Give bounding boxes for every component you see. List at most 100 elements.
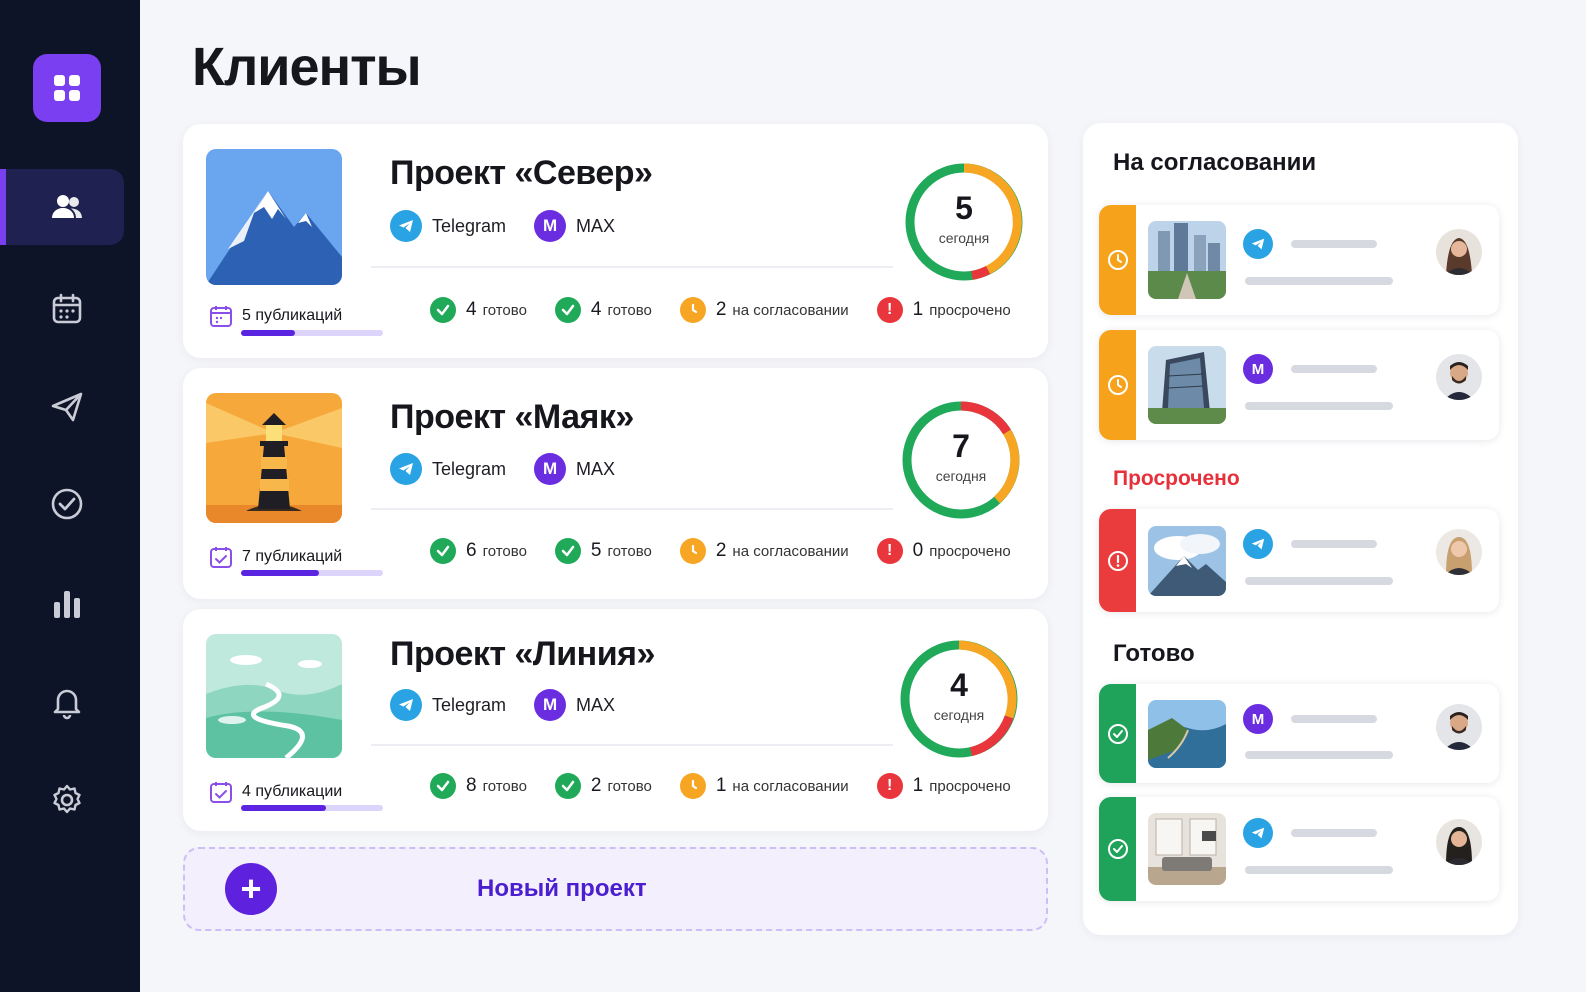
today-label: сегодня [933, 707, 985, 723]
telegram-icon [390, 210, 422, 242]
project-name: Проект «Линия» [390, 635, 655, 673]
calendar-check-icon [210, 306, 232, 327]
sidebar-item-publish[interactable] [0, 369, 124, 445]
river-landscape-image [206, 634, 342, 758]
sidebar-item-calendar[interactable] [0, 271, 124, 347]
project-card-mayak[interactable]: Проект «Маяк» Telegram M MAX 7 публикаци… [183, 368, 1048, 599]
publications-count: 7 публикаций [208, 544, 342, 570]
sidebar [0, 0, 140, 992]
today-label: сегодня [935, 468, 987, 484]
channel-max: M MAX [534, 453, 615, 485]
stat-pending: 2 на согласовании [679, 538, 849, 564]
channel-max: M MAX [534, 689, 615, 721]
project-thumbnail [206, 393, 342, 523]
stat-ready: 2 готово [554, 773, 652, 799]
alert-icon: ! [876, 773, 903, 799]
avatar [1436, 229, 1482, 275]
post-image [1148, 221, 1226, 299]
bar-chart-icon [54, 591, 80, 618]
max-icon: M [534, 210, 567, 242]
avatar [1436, 529, 1482, 575]
project-name: Проект «Маяк» [390, 398, 634, 436]
calendar-icon [52, 293, 82, 324]
publications-progress [241, 570, 383, 576]
stat-ready: 4 готово [554, 297, 652, 323]
sidebar-item-analytics[interactable] [0, 566, 124, 642]
settings-icon [53, 784, 81, 814]
review-item[interactable] [1099, 509, 1499, 612]
post-image [1148, 813, 1226, 885]
review-item[interactable]: M [1099, 684, 1499, 783]
stat-overdue: ! 1 просрочено [876, 773, 1011, 799]
project-name: Проект «Север» [390, 154, 653, 192]
telegram-icon [1243, 229, 1273, 259]
today-ring: 7 сегодня [899, 398, 1023, 522]
post-image [1148, 346, 1226, 424]
stat-pending: 2 на согласовании [679, 297, 849, 323]
app-logo-button[interactable] [33, 54, 101, 122]
today-label: сегодня [938, 230, 990, 246]
telegram-icon [1243, 818, 1273, 848]
sidebar-item-approvals[interactable] [0, 466, 124, 542]
avatar [1436, 704, 1482, 750]
publications-count: 5 публикаций [208, 303, 342, 329]
placeholder-line [1291, 715, 1377, 723]
check-icon [430, 538, 456, 564]
stat-ready: 6 готово [430, 538, 527, 564]
check-icon [430, 773, 456, 799]
project-card-sever[interactable]: Проект «Север» Telegram M MAX 5 публикац… [183, 124, 1048, 358]
check-icon [554, 538, 581, 564]
today-count: 5 [955, 190, 973, 226]
channel-list: Telegram M MAX [390, 689, 615, 721]
project-thumbnail [206, 149, 342, 285]
calendar-check-icon [210, 547, 232, 568]
status-stats: 4 готово 4 готово 2 на согласовании ! 1 проср… [430, 297, 1011, 323]
divider [371, 508, 893, 510]
divider [371, 266, 893, 268]
placeholder-line [1245, 866, 1393, 874]
project-card-liniya[interactable]: Проект «Линия» Telegram M MAX 4 публикац… [183, 609, 1048, 831]
grid-icon [54, 75, 80, 101]
placeholder-line [1291, 829, 1377, 837]
placeholder-line [1245, 402, 1393, 410]
today-count: 7 [952, 428, 970, 464]
stat-ready: 8 готово [430, 773, 527, 799]
divider [371, 744, 893, 746]
page-title: Клиенты [192, 37, 422, 97]
alert-icon: ! [876, 297, 903, 323]
placeholder-line [1291, 540, 1377, 548]
check-circle-icon [51, 488, 83, 520]
publications-progress [241, 330, 383, 336]
status-stats: 8 готово 2 готово 1 на согласовании ! 1 проср… [430, 773, 1011, 799]
calendar-check-icon [210, 782, 232, 803]
max-icon: M [1243, 354, 1273, 384]
clock-icon [1099, 330, 1136, 440]
sidebar-item-settings[interactable] [0, 762, 124, 838]
sidebar-item-clients[interactable] [0, 169, 124, 245]
review-item[interactable]: M [1099, 330, 1499, 440]
telegram-icon [1243, 529, 1273, 559]
avatar [1436, 819, 1482, 865]
channel-max: M MAX [534, 210, 615, 242]
sidebar-item-notifications[interactable] [0, 664, 124, 740]
channel-list: Telegram M MAX [390, 453, 615, 485]
status-stats: 6 готово 5 готово 2 на согласовании ! 0 проср… [430, 538, 1011, 564]
check-icon [430, 297, 456, 323]
review-panel: На согласовании M Просрочено Готово M [1083, 123, 1518, 935]
stat-ready: 5 готово [554, 538, 652, 564]
check-icon [554, 773, 581, 799]
alert-icon: ! [876, 538, 903, 564]
review-item[interactable] [1099, 797, 1499, 901]
users-icon [52, 195, 82, 218]
today-ring: 5 сегодня [902, 160, 1026, 284]
new-project-button[interactable]: + Новый проект [183, 847, 1048, 931]
alert-icon [1099, 509, 1136, 612]
channel-telegram: Telegram [390, 453, 506, 485]
check-circle-icon [1099, 684, 1136, 783]
project-thumbnail [206, 634, 342, 758]
bell-icon [53, 689, 81, 720]
send-icon [51, 392, 83, 422]
plus-icon: + [225, 863, 277, 915]
clock-icon [679, 297, 706, 323]
review-item[interactable] [1099, 205, 1499, 315]
